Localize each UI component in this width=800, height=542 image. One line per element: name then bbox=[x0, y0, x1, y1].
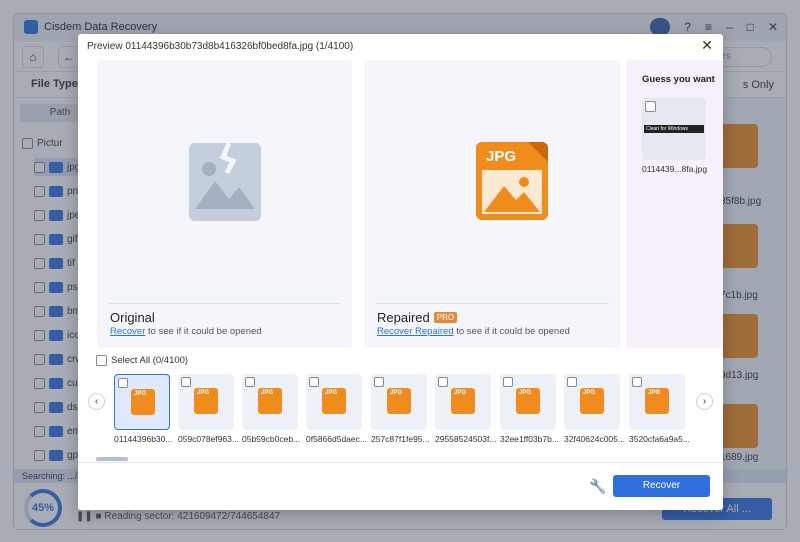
jpg-icon-label: JPG bbox=[583, 390, 596, 396]
thumbnail-checkbox[interactable] bbox=[503, 377, 513, 387]
original-panel: Original Recover to see if it could be o… bbox=[97, 60, 352, 348]
original-hint-text: to see if it could be opened bbox=[148, 326, 262, 337]
thumbnail-checkbox[interactable] bbox=[309, 377, 319, 387]
panel-divider bbox=[376, 303, 609, 304]
broken-image-graphic bbox=[189, 142, 261, 221]
thumbnail-checkbox[interactable] bbox=[245, 377, 255, 387]
screen: Cisdem Data Recovery ? ≡ – □ ✕ ⌂ ← lders… bbox=[0, 0, 800, 542]
jpg-icon-label: JPG bbox=[390, 390, 403, 396]
recover-button[interactable]: Recover bbox=[613, 475, 710, 497]
preview-title: Preview 01144396b30b73d8b416326bf0bed8fa… bbox=[87, 41, 354, 52]
repaired-hint: Recover Repaired to see if it could be o… bbox=[377, 326, 570, 337]
horizontal-scrollbar[interactable] bbox=[96, 457, 128, 461]
jpg-icon: JPG bbox=[322, 388, 346, 414]
jpg-icon: JPG bbox=[387, 388, 411, 414]
jpg-label: JPG bbox=[486, 148, 517, 165]
thumbnail-item[interactable]: JPG bbox=[564, 374, 620, 430]
original-label: Original bbox=[110, 310, 155, 325]
chevron-right-icon[interactable]: › bbox=[696, 393, 713, 410]
thumbnail-name: 0f5866d5daec... bbox=[306, 434, 367, 444]
thumbnail-name: 3520cfa6a9a5... bbox=[629, 434, 690, 444]
thumbnail-item[interactable]: JPG bbox=[500, 374, 556, 430]
thumbnail-item[interactable]: JPG bbox=[242, 374, 298, 430]
jpg-icon: JPG bbox=[516, 388, 540, 414]
footer-divider bbox=[78, 462, 723, 463]
jpg-icon-label: JPG bbox=[454, 390, 467, 396]
jpg-icon-label: JPG bbox=[197, 390, 210, 396]
repaired-hint-text: to see if it could be opened bbox=[456, 326, 570, 337]
recover-link[interactable]: Recover bbox=[110, 326, 145, 337]
pro-badge: PRO bbox=[433, 312, 458, 323]
repaired-label-row: Repaired PRO bbox=[377, 310, 458, 325]
thumbnail-item[interactable]: JPG bbox=[629, 374, 685, 430]
guess-file-name: 0114439...8fa.jpg bbox=[642, 164, 708, 174]
thumbnail-item[interactable]: JPG bbox=[114, 374, 170, 430]
thumbnail-name: 29558524503f... bbox=[435, 434, 497, 444]
jpg-icon-label: JPG bbox=[134, 391, 147, 397]
select-all-label: Select All (0/4100) bbox=[111, 355, 189, 366]
jpg-icon: JPG bbox=[451, 388, 475, 414]
guess-thumbnail[interactable]: Clean for Windows bbox=[642, 98, 706, 160]
repaired-panel: JPG Repaired PRO Recover Repaired to see… bbox=[364, 60, 621, 348]
jpg-icon-label: JPG bbox=[519, 390, 532, 396]
thumbnail-item[interactable]: JPG bbox=[435, 374, 491, 430]
close-icon[interactable]: ✕ bbox=[699, 37, 715, 53]
thumbnail-name: 05b59cb0ceb... bbox=[242, 434, 301, 444]
wrench-icon[interactable]: 🔧 bbox=[589, 478, 606, 494]
thumbnail-checkbox[interactable] bbox=[632, 377, 642, 387]
jpg-icon-label: JPG bbox=[648, 390, 661, 396]
jpg-icon: JPG bbox=[194, 388, 218, 414]
thumbnail-checkbox[interactable] bbox=[374, 377, 384, 387]
thumbnail-item[interactable]: JPG bbox=[306, 374, 362, 430]
thumbnail-name: 32ee1ff03b7b... bbox=[500, 434, 559, 444]
thumbnail-name: 059c078ef963... bbox=[178, 434, 239, 444]
broken-image-icon bbox=[189, 142, 261, 221]
jpg-icon-label: JPG bbox=[325, 390, 338, 396]
thumbnail-checkbox[interactable] bbox=[438, 377, 448, 387]
select-all-checkbox[interactable] bbox=[96, 355, 107, 366]
thumbnail-item[interactable]: JPG bbox=[371, 374, 427, 430]
guess-thumbnail-text: Clean for Windows bbox=[644, 125, 704, 133]
thumbnail-name: 32f40624c005... bbox=[564, 434, 625, 444]
jpg-icon: JPG bbox=[258, 388, 282, 414]
select-all-row[interactable]: Select All (0/4100) bbox=[96, 355, 188, 366]
jpg-icon: JPG bbox=[131, 389, 155, 415]
guess-checkbox[interactable] bbox=[645, 101, 656, 112]
thumbnail-checkbox[interactable] bbox=[118, 378, 128, 388]
thumbnail-name: 257c87f1fe95... bbox=[371, 434, 430, 444]
original-hint: Recover to see if it could be opened bbox=[110, 326, 262, 337]
guess-title: Guess you want bbox=[642, 74, 715, 85]
thumbnail-checkbox[interactable] bbox=[567, 377, 577, 387]
thumbnail-name: 01144396b30... bbox=[114, 434, 173, 444]
jpg-icon: JPG bbox=[645, 388, 669, 414]
jpg-icon-label: JPG bbox=[261, 390, 274, 396]
jpg-icon: JPG bbox=[580, 388, 604, 414]
panel-divider bbox=[109, 303, 340, 304]
jpg-file-icon: JPG bbox=[476, 142, 548, 220]
repaired-label: Repaired bbox=[377, 310, 430, 325]
guess-panel: Guess you want Clean for Windows 0114439… bbox=[626, 60, 723, 348]
preview-dialog: Preview 01144396b30b73d8b416326bf0bed8fa… bbox=[78, 34, 723, 510]
chevron-left-icon[interactable]: ‹ bbox=[88, 393, 105, 410]
recover-repaired-link[interactable]: Recover Repaired bbox=[377, 326, 454, 337]
thumbnail-item[interactable]: JPG bbox=[178, 374, 234, 430]
thumbnail-checkbox[interactable] bbox=[181, 377, 191, 387]
